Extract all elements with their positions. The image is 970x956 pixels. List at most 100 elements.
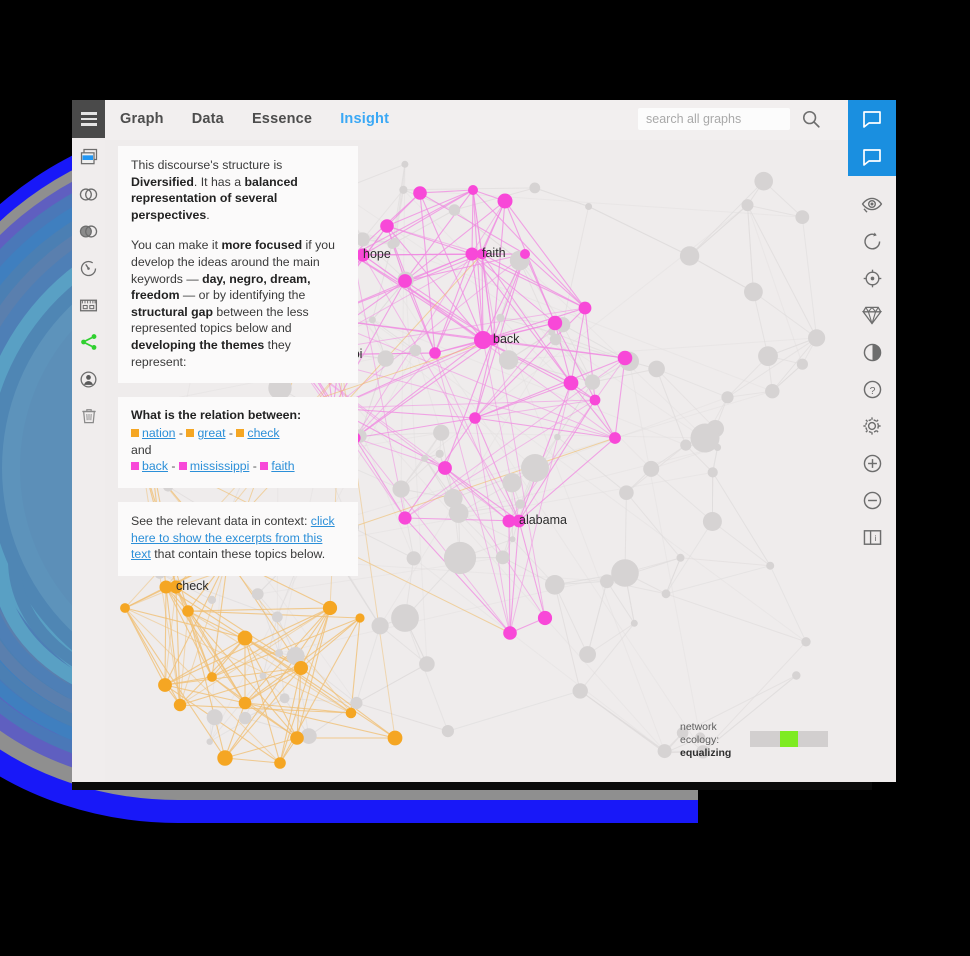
- right-item-zoom-out[interactable]: [859, 487, 885, 513]
- structure-text-c: .: [206, 207, 210, 222]
- keyword-swatch: [236, 429, 245, 438]
- focus-bold-developing-themes: developing the themes: [131, 337, 265, 352]
- svg-text:i: i: [874, 532, 876, 542]
- contrast-icon: [863, 343, 881, 361]
- keyword-link-mississippi[interactable]: mississippi: [190, 459, 249, 473]
- right-toolbar: ? i: [848, 138, 896, 782]
- diamond-icon: [861, 306, 883, 325]
- history-clock-icon: [80, 260, 97, 276]
- svg-text:?: ?: [869, 384, 875, 396]
- right-item-help[interactable]: ?: [859, 376, 885, 402]
- left-toolbar: [72, 138, 105, 782]
- keyword-link-faith[interactable]: faith: [271, 459, 294, 473]
- main-tabs: Graph Data Essence Insight: [120, 100, 389, 138]
- right-item-chat[interactable]: [848, 138, 896, 176]
- hamburger-menu-icon: [80, 112, 97, 115]
- right-item-refresh[interactable]: [859, 228, 885, 254]
- focus-text-a: You can make it: [131, 238, 222, 253]
- search-input[interactable]: [638, 108, 790, 130]
- tab-graph[interactable]: Graph: [120, 111, 164, 127]
- windows-icon: [80, 148, 97, 165]
- venn-circles-filled-icon: [79, 224, 98, 238]
- sidebar-item-merge[interactable]: [78, 220, 100, 242]
- keyword-swatch: [260, 462, 269, 471]
- right-item-settings[interactable]: [859, 413, 885, 439]
- zoom-in-icon: [863, 454, 881, 472]
- ecology-meter-fill: [779, 731, 799, 747]
- focus-paragraph: You can make it more focused if you deve…: [131, 237, 345, 370]
- insight-panels: This discourse's structure is Diversifie…: [118, 146, 358, 590]
- right-item-center[interactable]: [859, 265, 885, 291]
- share-icon: [80, 334, 96, 350]
- relation-group-pink: back - mississippi - faith: [131, 458, 345, 475]
- right-item-view[interactable]: [859, 191, 885, 217]
- keyword-swatch: [131, 462, 139, 471]
- app-window: hope faith back mississippi alabama nation che…: [72, 100, 896, 782]
- relation-conjunction: and: [131, 442, 152, 457]
- chat-button[interactable]: [848, 100, 896, 138]
- gear-icon: [863, 417, 881, 435]
- focus-bold-structural-gap: structural gap: [131, 304, 213, 319]
- keyword-swatch: [186, 429, 195, 438]
- right-item-contrast[interactable]: [859, 339, 885, 365]
- right-item-info-panel[interactable]: i: [859, 524, 885, 550]
- venn-circles-icon: [79, 187, 98, 201]
- relation-group-orange: nation - great - check: [131, 425, 345, 442]
- graph-node-label-back[interactable]: back: [493, 332, 519, 346]
- zoom-out-icon: [863, 491, 881, 509]
- sidebar-item-compare[interactable]: [78, 183, 100, 205]
- chat-bubble-icon: [863, 111, 881, 128]
- refresh-icon: [863, 231, 880, 249]
- insight-context-panel: See the relevant data in context: click …: [118, 501, 358, 576]
- eye-icon: [861, 197, 883, 213]
- book-info-icon: i: [863, 529, 881, 545]
- sidebar-item-history[interactable]: [78, 257, 100, 279]
- sidebar-item-share[interactable]: [78, 331, 100, 353]
- search-icon[interactable]: [800, 108, 822, 130]
- sidebar-item-slides[interactable]: [78, 294, 100, 316]
- trash-icon: [81, 409, 96, 424]
- keyword-link-great[interactable]: great: [197, 426, 225, 440]
- ecology-meter[interactable]: [750, 731, 828, 747]
- screen-root: hope faith back mississippi alabama nation che…: [0, 0, 970, 956]
- sidebar-item-windows[interactable]: [78, 146, 100, 168]
- context-text-post: that contain these topics below.: [150, 547, 326, 562]
- tab-insight[interactable]: Insight: [340, 111, 389, 127]
- help-icon: ?: [863, 380, 881, 398]
- structure-text-a: This discourse's structure is: [131, 158, 283, 172]
- graph-node-label-alabama[interactable]: alabama: [519, 513, 567, 527]
- relation-separator: -: [167, 459, 179, 474]
- context-text-pre: See the relevant data in context:: [131, 513, 311, 528]
- tab-data[interactable]: Data: [192, 111, 224, 127]
- structure-bold-diversified: Diversified: [131, 174, 194, 189]
- sidebar-item-account[interactable]: [78, 368, 100, 390]
- user-icon: [80, 370, 97, 388]
- ecology-label-line1: network: [680, 721, 717, 733]
- relation-separator: -: [249, 459, 261, 474]
- ecology-label-line2: ecology:: [680, 734, 720, 746]
- keyword-swatch: [178, 462, 187, 471]
- graph-node-label-faith[interactable]: faith: [482, 246, 506, 260]
- relation-question-title: What is the relation between:: [131, 408, 302, 423]
- structure-text-b: . It has a: [193, 174, 245, 189]
- relation-separator: -: [225, 426, 237, 441]
- context-paragraph: See the relevant data in context: click …: [131, 513, 345, 563]
- ecology-label: network ecology: equalizing: [680, 721, 740, 760]
- target-icon: [863, 269, 881, 287]
- keyword-link-back[interactable]: back: [142, 459, 168, 473]
- right-item-gem[interactable]: [859, 302, 885, 328]
- insight-relation-panel: What is the relation between: nation - g…: [118, 397, 358, 488]
- keyword-link-nation[interactable]: nation: [142, 426, 176, 440]
- sidebar-item-delete[interactable]: [78, 405, 100, 427]
- ecology-label-line3: equalizing: [680, 747, 732, 759]
- hamburger-menu-button[interactable]: [72, 100, 105, 138]
- insight-structure-panel: This discourse's structure is Diversifie…: [118, 146, 358, 384]
- relation-separator: -: [175, 426, 187, 441]
- keyword-link-check[interactable]: check: [247, 426, 279, 440]
- tab-essence[interactable]: Essence: [252, 111, 312, 127]
- right-item-zoom-in[interactable]: [859, 450, 885, 476]
- search-area: [638, 108, 822, 130]
- hamburger-bar-3: [80, 123, 97, 126]
- graph-node-label-hope[interactable]: hope: [363, 247, 391, 261]
- keyword-swatch: [131, 429, 139, 438]
